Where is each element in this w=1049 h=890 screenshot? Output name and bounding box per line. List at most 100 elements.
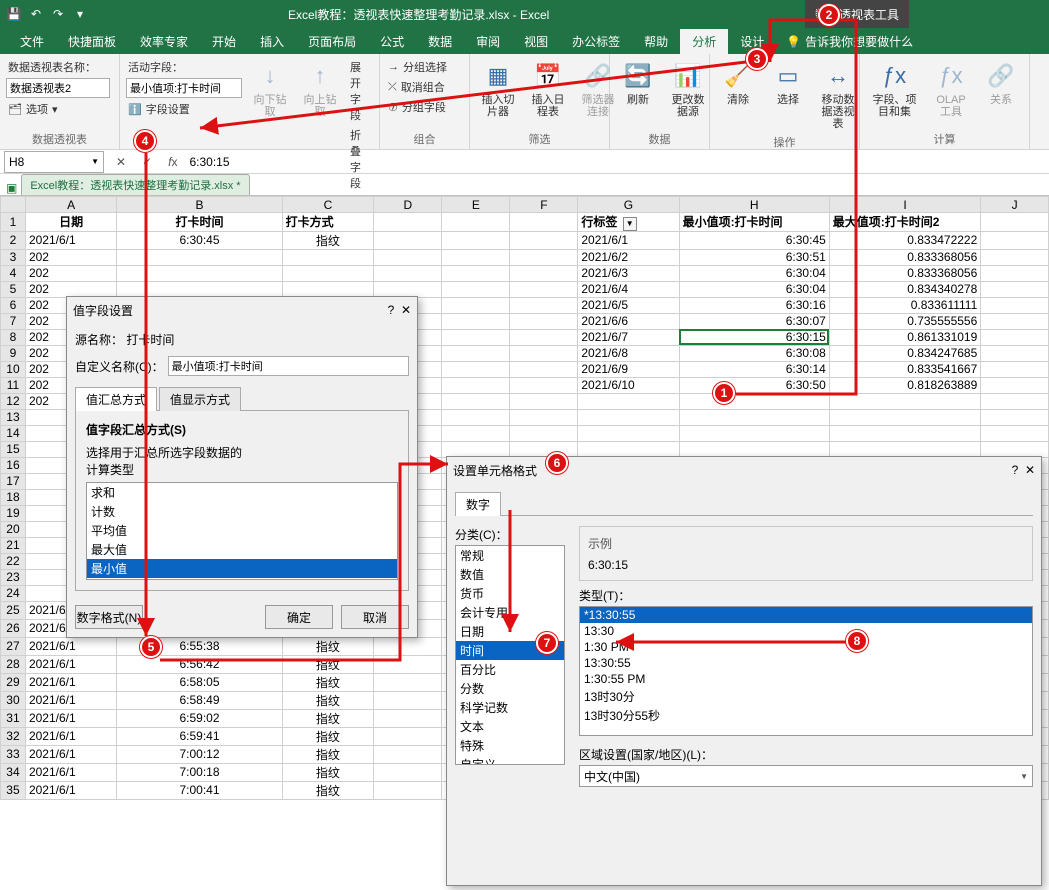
active-field-input[interactable]: [126, 78, 242, 98]
accept-formula-icon[interactable]: ✓: [134, 155, 160, 169]
dlg2-title: 设置单元格格式: [453, 462, 537, 479]
group-pivot-label: 数据透视表: [6, 129, 113, 147]
tab-pagelayout[interactable]: 页面布局: [296, 29, 368, 54]
col-B[interactable]: B: [117, 197, 282, 213]
method-label: 值字段汇总方式(S): [86, 421, 398, 438]
bulb-icon: 💡: [786, 35, 801, 49]
title-bar: 💾 ↶ ↷ ▾ Excel教程：透视表快速整理考勤记录.xlsx - Excel…: [0, 0, 1049, 28]
save-icon[interactable]: 💾: [6, 6, 22, 22]
tab-efficiency[interactable]: 效率专家: [128, 29, 200, 54]
active-field-label: 活动字段：: [126, 58, 242, 76]
tab-data[interactable]: 数据: [416, 29, 464, 54]
custom-name-label: 自定义名称(C)：: [75, 358, 164, 375]
callout-5: 5: [140, 636, 162, 658]
category-label: 分类(C)：: [455, 526, 565, 543]
insert-timeline-button[interactable]: 📅插入日程表: [526, 58, 570, 120]
tab-help[interactable]: 帮助: [632, 29, 680, 54]
locale-combo[interactable]: 中文(中国)▼: [579, 765, 1033, 787]
col-A[interactable]: A: [25, 197, 116, 213]
callout-6: 6: [546, 452, 568, 474]
help-icon[interactable]: ?: [388, 303, 395, 317]
change-source-icon: 📊: [672, 60, 704, 92]
col-E[interactable]: E: [442, 197, 510, 213]
insert-slicer-button[interactable]: ▦插入切片器: [476, 58, 520, 120]
fx-icon[interactable]: fx: [160, 155, 185, 169]
move-pivot-button[interactable]: ↔移动数据透视表: [816, 58, 860, 132]
tab-analyze[interactable]: 分析: [680, 29, 728, 54]
calc-type-list[interactable]: 求和计数平均值最大值最小值乘积: [86, 482, 398, 580]
tab-office[interactable]: 办公标签: [560, 29, 632, 54]
dlg1-title: 值字段设置: [73, 302, 133, 319]
undo-icon[interactable]: ↶: [28, 6, 44, 22]
col-C[interactable]: C: [282, 197, 374, 213]
sample-value: 6:30:15: [588, 558, 1024, 572]
show-values-tab[interactable]: 值显示方式: [159, 387, 241, 411]
olap-icon: ƒx: [935, 60, 967, 92]
tab-quick[interactable]: 快捷面板: [56, 29, 128, 54]
type-list[interactable]: *13:30:5513:301:30 PM13:30:551:30:55 PM1…: [579, 606, 1033, 736]
col-H[interactable]: H: [679, 197, 829, 213]
tab-insert[interactable]: 插入: [248, 29, 296, 54]
qat-dropdown-icon[interactable]: ▾: [72, 6, 88, 22]
options-icon: 🗂: [8, 103, 22, 116]
summarize-tab[interactable]: 值汇总方式: [75, 387, 157, 411]
value-field-settings-dialog: 值字段设置 ? ✕ 源名称： 打卡时间 自定义名称(C)： 值汇总方式 值显示方…: [66, 296, 418, 638]
relations-icon: 🔗: [985, 60, 1017, 92]
select-all[interactable]: [1, 197, 26, 213]
cancel-formula-icon[interactable]: ✕: [108, 155, 134, 169]
group-data-label: 数据: [616, 129, 703, 147]
refresh-button[interactable]: 🔄刷新: [616, 58, 660, 108]
close-icon[interactable]: ✕: [1025, 463, 1035, 477]
relations-button: 🔗关系: [979, 58, 1023, 108]
pivot-name-input[interactable]: [6, 78, 110, 98]
tab-review[interactable]: 审阅: [464, 29, 512, 54]
tab-home[interactable]: 开始: [200, 29, 248, 54]
ribbon: 数据透视表名称： 🗂选项 ▾ 数据透视表 活动字段： ℹ️字段设置 ↓向下钻取 …: [0, 54, 1049, 150]
type-label: 类型(T)：: [579, 587, 1033, 604]
category-list[interactable]: 常规数值货币会计专用日期时间百分比分数科学记数文本特殊自定义: [455, 545, 565, 765]
fields-icon: ƒx: [879, 60, 911, 92]
callout-2: 2: [818, 4, 840, 26]
fields-button[interactable]: ƒx字段、项目和集: [866, 58, 923, 120]
select-button[interactable]: ▭选择: [766, 58, 810, 108]
select-icon: ▭: [772, 60, 804, 92]
help-icon[interactable]: ?: [1012, 463, 1019, 477]
group-ops-label: 操作: [716, 132, 853, 150]
close-icon[interactable]: ✕: [401, 303, 411, 317]
move-icon: ↔: [822, 60, 854, 92]
tab-formula[interactable]: 公式: [368, 29, 416, 54]
col-J[interactable]: J: [981, 197, 1049, 213]
field-settings-button[interactable]: ℹ️字段设置: [126, 100, 242, 118]
col-F[interactable]: F: [510, 197, 578, 213]
ungroup: ⤫ 取消组合: [386, 78, 447, 96]
options-button[interactable]: 🗂选项 ▾: [6, 100, 60, 118]
formula-input[interactable]: 6:30:15: [185, 155, 1049, 169]
pivot-name-label: 数据透视表名称：: [6, 58, 98, 76]
tab-file[interactable]: 文件: [8, 29, 56, 54]
filter-conn-button: 🔗筛选器连接: [576, 58, 620, 120]
workbook-tabs: ▣ Excel教程：透视表快速整理考勤记录.xlsx *: [0, 174, 1049, 196]
number-format-button[interactable]: 数字格式(N): [75, 605, 143, 629]
col-I[interactable]: I: [829, 197, 980, 213]
callout-7: 7: [536, 632, 558, 654]
timeline-icon: 📅: [532, 60, 564, 92]
col-G[interactable]: G: [578, 197, 679, 213]
redo-icon[interactable]: ↷: [50, 6, 66, 22]
quick-access-toolbar: 💾 ↶ ↷ ▾: [6, 6, 88, 22]
change-source-button[interactable]: 📊更改数据源: [666, 58, 710, 120]
callout-3: 3: [746, 48, 768, 70]
ok-button[interactable]: 确定: [265, 605, 333, 629]
name-box[interactable]: H8▼: [4, 151, 104, 173]
custom-name-input[interactable]: [168, 356, 409, 376]
sheet-tab[interactable]: Excel教程：透视表快速整理考勤记录.xlsx *: [21, 174, 249, 195]
col-D[interactable]: D: [374, 197, 442, 213]
source-name-value: 打卡时间: [126, 333, 174, 347]
tab-view[interactable]: 视图: [512, 29, 560, 54]
group-selection: → 分组选择: [386, 58, 449, 76]
tell-me[interactable]: 💡告诉我你想要做什么: [776, 29, 923, 54]
drill-up-icon: ↑: [304, 60, 336, 92]
chevron-down-icon: ▼: [91, 157, 99, 166]
cancel-button[interactable]: 取消: [341, 605, 409, 629]
field-settings-icon: ℹ️: [128, 103, 142, 116]
number-tab[interactable]: 数字: [455, 492, 501, 516]
